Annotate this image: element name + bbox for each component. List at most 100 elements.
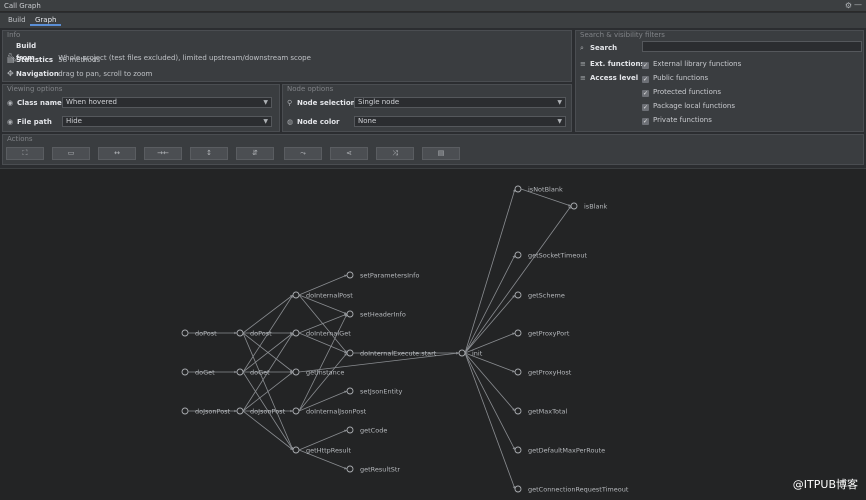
node-circle[interactable] <box>236 407 244 415</box>
node-label: setParametersInfo <box>360 272 419 280</box>
stats-icon: ▤ <box>7 55 15 64</box>
spread-vertical-button[interactable]: ↕ <box>190 147 228 160</box>
graph-edge <box>464 352 516 490</box>
graph-edge <box>242 410 294 451</box>
navigation-label: Navigation <box>16 70 59 78</box>
node-circle[interactable] <box>514 485 522 493</box>
shrink-vertical-button[interactable]: ⇵ <box>236 147 274 160</box>
node-circle[interactable] <box>346 387 354 395</box>
fit-best-button[interactable]: ▭ <box>52 147 90 160</box>
graph-node-doInternalGet[interactable]: doInternalGet <box>292 329 351 338</box>
node-circle[interactable] <box>236 368 244 376</box>
checkbox-icon[interactable]: ✓ <box>642 62 649 69</box>
file-path-select[interactable]: Hide ▼ <box>62 116 272 127</box>
export-button[interactable]: ▤ <box>422 147 460 160</box>
graph-node-doJsonPost[interactable]: doJsonPost <box>181 407 231 416</box>
graph-node-getInstance[interactable]: getInstance <box>292 368 344 377</box>
checkbox-external-library[interactable]: ✓ External library functions <box>642 58 741 70</box>
title-bar: Call Graph ⚙ — <box>0 0 866 12</box>
node-circle[interactable] <box>346 349 354 357</box>
node-circle[interactable] <box>458 349 466 357</box>
node-circle[interactable] <box>181 407 189 415</box>
search-input[interactable] <box>642 41 862 52</box>
fit-to-view-button[interactable]: ⛶ <box>6 147 44 160</box>
node-circle[interactable] <box>346 271 354 279</box>
graph-node-doPost2[interactable]: doPost <box>236 329 272 338</box>
graph-node-doGet2[interactable]: doGet <box>236 368 270 377</box>
node-circle[interactable] <box>346 426 354 434</box>
tab-graph[interactable]: Graph <box>30 15 62 26</box>
node-label: doInternalExecute.start <box>360 350 437 358</box>
node-circle[interactable] <box>514 407 522 415</box>
graph-node-doGet[interactable]: doGet <box>181 368 215 377</box>
ext-functions-row: ≡ Ext. functions <box>580 58 645 70</box>
checkbox-icon[interactable]: ✓ <box>642 76 649 83</box>
graph-node-getProxyPort[interactable]: getProxyPort <box>514 329 570 338</box>
node-circle[interactable] <box>292 368 300 376</box>
view-upstream-button[interactable]: ⤳ <box>284 147 322 160</box>
chevron-down-icon: ▼ <box>557 118 562 125</box>
node-circle[interactable] <box>292 446 300 454</box>
checkbox-package-local[interactable]: ✓ Package local functions <box>642 100 735 112</box>
navigation-icon: ✥ <box>7 69 14 78</box>
checkbox-protected[interactable]: ✓ Protected functions <box>642 86 721 98</box>
graph-node-getMaxTotal[interactable]: getMaxTotal <box>514 407 567 416</box>
minimize-icon[interactable]: — <box>854 0 862 9</box>
call-graph-svg[interactable]: doPost doGet doJsonPost doPost doGet doJsonPo… <box>0 169 866 500</box>
checkbox-icon[interactable]: ✓ <box>642 104 649 111</box>
node-circle[interactable] <box>514 185 522 193</box>
spread-horizontal-button[interactable]: ↔ <box>98 147 136 160</box>
node-label: getSocketTimeout <box>528 252 587 260</box>
graph-edge <box>464 188 516 354</box>
node-circle[interactable] <box>514 368 522 376</box>
access-level-row: ≡ Access level <box>580 72 638 84</box>
graph-node-setJsonEntity[interactable]: setJsonEntity <box>346 387 402 396</box>
node-circle[interactable] <box>514 329 522 337</box>
node-circle[interactable] <box>570 202 578 210</box>
checkbox-private[interactable]: ✓ Private functions <box>642 114 712 126</box>
node-label: isNotBlank <box>528 186 563 194</box>
eye-icon: ◉ <box>7 99 14 107</box>
node-circle[interactable] <box>346 465 354 473</box>
checkbox-icon[interactable]: ✓ <box>642 118 649 125</box>
view-downstream-button[interactable]: ⋖ <box>330 147 368 160</box>
checkbox-icon[interactable]: ✓ <box>642 90 649 97</box>
gear-icon[interactable]: ⚙ <box>845 1 852 10</box>
node-color-select[interactable]: None ▼ <box>354 116 566 127</box>
graph-node-setParametersInfo[interactable]: setParametersInfo <box>346 271 419 280</box>
graph-canvas[interactable]: doPost doGet doJsonPost doPost doGet doJsonPo… <box>0 168 866 500</box>
graph-node-getCode[interactable]: getCode <box>346 426 387 435</box>
graph-node-getSocketTimeout[interactable]: getSocketTimeout <box>514 251 587 260</box>
graph-node-isBlank[interactable]: isBlank <box>570 202 608 211</box>
graph-node-getHttpResult[interactable]: getHttpResult <box>292 446 351 455</box>
graph-node-getDefaultMaxPerRoute[interactable]: getDefaultMaxPerRoute <box>514 446 605 455</box>
graph-edge <box>242 371 294 412</box>
graph-node-doInternalExecute[interactable]: doInternalExecute.start <box>346 349 437 358</box>
class-name-row: ◉ Class name <box>7 97 62 109</box>
node-circle[interactable] <box>346 310 354 318</box>
graph-node-getConnectionRequestTimeout[interactable]: getConnectionRequestTimeout <box>514 485 629 494</box>
tab-build[interactable]: Build <box>3 15 31 26</box>
graph-node-getScheme[interactable]: getScheme <box>514 291 565 300</box>
search-row: ⌕ Search <box>580 42 617 54</box>
node-circle[interactable] <box>514 251 522 259</box>
node-circle[interactable] <box>514 446 522 454</box>
shrink-horizontal-button[interactable]: →← <box>144 147 182 160</box>
class-name-select[interactable]: When hovered ▼ <box>62 97 272 108</box>
node-circle[interactable] <box>292 407 300 415</box>
graph-edge <box>464 352 516 451</box>
graph-node-doPost[interactable]: doPost <box>181 329 217 338</box>
graph-node-getResultStr[interactable]: getResultStr <box>346 465 400 474</box>
graph-node-getProxyHost[interactable]: getProxyHost <box>514 368 572 377</box>
node-circle[interactable] <box>181 368 189 376</box>
node-circle[interactable] <box>236 329 244 337</box>
file-path-value: Hide <box>66 117 82 125</box>
node-circle[interactable] <box>292 329 300 337</box>
node-circle[interactable] <box>514 291 522 299</box>
view-neighbors-button[interactable]: ⤨ <box>376 147 414 160</box>
node-circle[interactable] <box>292 291 300 299</box>
node-circle[interactable] <box>181 329 189 337</box>
checkbox-public[interactable]: ✓ Public functions <box>642 72 708 84</box>
node-selection-select[interactable]: Single node ▼ <box>354 97 566 108</box>
graph-node-setHeaderInfo[interactable]: setHeaderInfo <box>346 310 406 319</box>
